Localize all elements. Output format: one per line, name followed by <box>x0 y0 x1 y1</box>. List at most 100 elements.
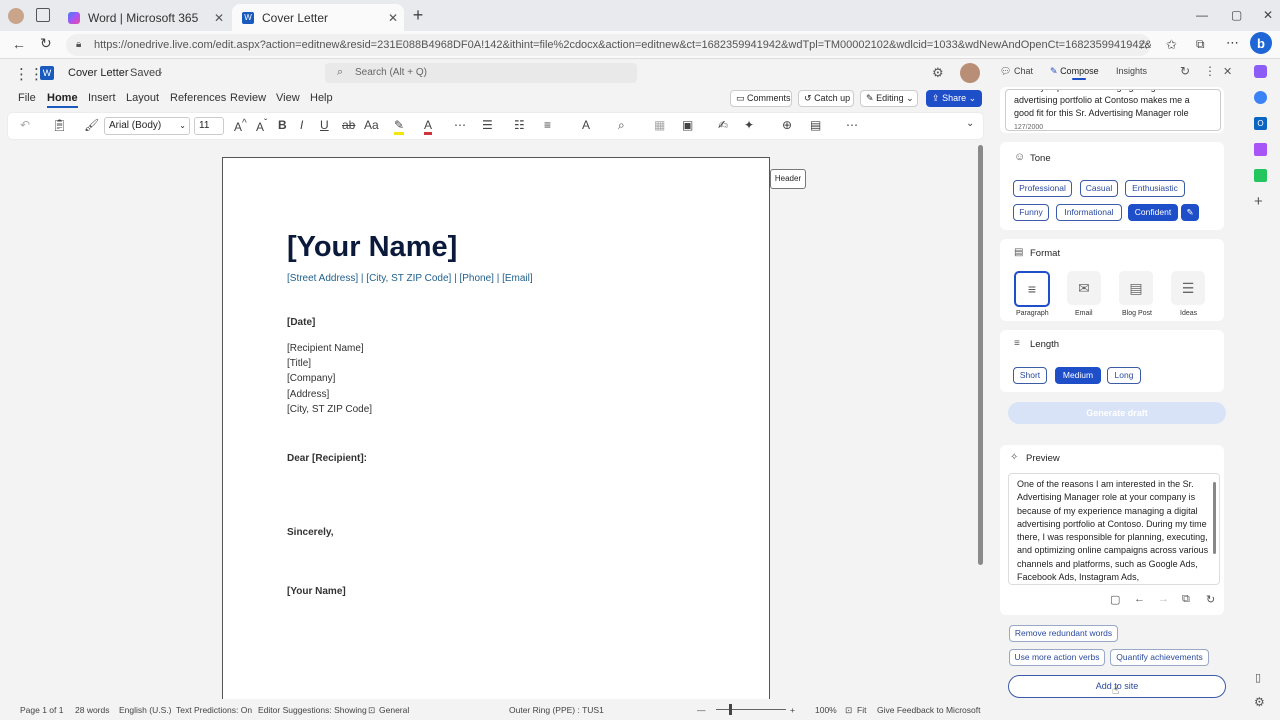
next-icon[interactable]: → <box>1158 593 1169 605</box>
length-medium[interactable]: Medium <box>1055 367 1101 384</box>
suggestion-action-verbs[interactable]: Use more action verbs <box>1009 649 1105 666</box>
table-icon[interactable]: ▦ <box>654 118 665 132</box>
preview-text-box[interactable]: One of the reasons I am interested in th… <box>1008 473 1220 585</box>
recipient-title[interactable]: [Title] <box>287 358 311 369</box>
profile-avatar[interactable] <box>8 8 24 24</box>
tab-insert[interactable]: Insert <box>88 92 116 104</box>
bullets-icon[interactable]: ☰ <box>482 118 493 132</box>
find-icon[interactable]: ⌕ <box>618 118 625 133</box>
tab-file[interactable]: File <box>18 92 36 104</box>
fit-button[interactable]: Fit <box>857 705 866 715</box>
collections-icon[interactable]: ⧉ <box>1196 37 1205 52</box>
copy-icon[interactable]: ⧉ <box>1182 593 1190 606</box>
close-icon[interactable]: ✕ <box>388 11 398 25</box>
back-icon[interactable]: ← <box>12 36 26 52</box>
suggestion-quantify[interactable]: Quantify achievements <box>1110 649 1209 666</box>
tone-informational[interactable]: Informational <box>1056 204 1122 221</box>
close-window-icon[interactable]: ✕ <box>1263 8 1273 22</box>
paste-icon[interactable]: 📋︎ <box>52 118 67 132</box>
feedback-link[interactable]: Give Feedback to Microsoft <box>877 705 980 715</box>
gear-icon[interactable]: ⚙ <box>932 65 944 81</box>
more-icon[interactable]: ⋯ <box>1226 35 1239 51</box>
date-field[interactable]: [Date] <box>287 317 315 328</box>
add-icon[interactable]: + <box>1254 193 1263 210</box>
numbering-icon[interactable]: ☷ <box>514 118 525 132</box>
new-tab-icon[interactable]: + <box>410 5 426 25</box>
stop-icon[interactable]: ▢ <box>1110 593 1120 606</box>
recipient-company[interactable]: [Company] <box>287 373 335 384</box>
undo-icon[interactable]: ↶ <box>20 118 30 132</box>
tab-home[interactable]: Home <box>47 92 78 108</box>
editor-suggestions[interactable]: Editor Suggestions: Showing <box>258 705 367 715</box>
outlook-icon[interactable]: O <box>1254 117 1267 130</box>
minimize-icon[interactable]: — <box>1196 8 1208 22</box>
url-field[interactable]: 🔒︎ https://onedrive.live.com/edit.aspx?a… <box>66 34 1151 56</box>
zoom-in-icon[interactable]: + <box>790 705 795 715</box>
translate-icon[interactable]: ⊕ <box>782 118 792 132</box>
length-long[interactable]: Long <box>1107 367 1141 384</box>
font-size-select[interactable]: 11 <box>194 117 224 135</box>
zoom-level[interactable]: 100% <box>815 705 837 715</box>
chevron-down-icon[interactable]: ⌄ <box>966 118 974 129</box>
recipient-name[interactable]: [Recipient Name] <box>287 343 364 354</box>
tone-enthusiastic[interactable]: Enthusiastic <box>1125 180 1185 197</box>
editor-icon[interactable]: ✍ <box>718 118 728 132</box>
header-tag[interactable]: Header <box>770 169 806 189</box>
bold-icon[interactable]: B <box>278 118 287 132</box>
preview-scrollbar[interactable] <box>1213 482 1216 554</box>
more-icon[interactable]: ⋯ <box>846 118 858 132</box>
prompt-textarea[interactable]: how my experience managing a digital adv… <box>1005 89 1221 131</box>
more-vertical-icon[interactable]: ⋮ <box>1204 64 1216 78</box>
page-count[interactable]: Page 1 of 1 <box>20 705 63 715</box>
signature-name[interactable]: [Your Name] <box>287 586 346 597</box>
catch-up-button[interactable]: ↺ Catch up <box>798 90 854 107</box>
custom-tone-pencil-icon[interactable]: ✎ <box>1181 204 1199 221</box>
picture-icon[interactable]: ▣ <box>682 118 693 132</box>
refresh-icon[interactable]: ↻ <box>1180 64 1190 78</box>
designer-icon[interactable]: ✦ <box>744 118 754 132</box>
tone-funny[interactable]: Funny <box>1013 204 1049 221</box>
zoom-out-icon[interactable]: — <box>697 705 706 715</box>
grow-font-icon[interactable]: A^ <box>234 118 247 134</box>
language[interactable]: English (U.S.) <box>119 705 171 715</box>
tab-chat[interactable]: 💬︎ Chat <box>1000 66 1033 77</box>
strikethrough-icon[interactable]: ab <box>342 118 355 132</box>
shrink-font-icon[interactable]: Aˇ <box>256 118 267 134</box>
tone-professional[interactable]: Professional <box>1013 180 1072 197</box>
format-paragraph-button[interactable]: ≡ <box>1014 271 1050 307</box>
recipient-address[interactable]: [Address] <box>287 389 329 400</box>
shopping-icon[interactable] <box>1254 65 1267 78</box>
tab-layout[interactable]: Layout <box>126 92 159 104</box>
favorites-star-icon[interactable]: ☆ <box>1138 37 1150 53</box>
your-name-heading[interactable]: [Your Name] <box>287 231 457 264</box>
recipient-city[interactable]: [City, ST ZIP Code] <box>287 404 372 415</box>
editing-mode-button[interactable]: ✎ Editing ⌄ <box>860 90 918 107</box>
layout-icon[interactable]: ▤ <box>810 118 821 132</box>
underline-icon[interactable]: U <box>320 118 329 132</box>
tab-view[interactable]: View <box>276 92 300 104</box>
maximize-icon[interactable]: ▢ <box>1231 8 1242 22</box>
text-predictions[interactable]: Text Predictions: On <box>176 705 252 715</box>
extensions-icon[interactable] <box>1254 91 1267 104</box>
salutation[interactable]: Dear [Recipient]: <box>287 453 367 464</box>
italic-icon[interactable]: I <box>300 118 303 132</box>
tab-insights[interactable]: Insights <box>1116 66 1147 76</box>
tools-icon[interactable] <box>1254 143 1267 156</box>
document-page[interactable]: [Your Name] [Street Address] | [City, ST… <box>222 157 770 702</box>
suggestion-remove-redundant[interactable]: Remove redundant words <box>1009 625 1118 642</box>
browser-tab-cover-letter[interactable]: W Cover Letter ✕ <box>232 4 404 31</box>
more-icon[interactable]: ⋯ <box>454 118 466 132</box>
regenerate-icon[interactable]: ↻ <box>1206 593 1215 606</box>
share-button[interactable]: ⇪ Share ⌄ <box>926 90 982 107</box>
sidebar-toggle-icon[interactable]: ▯ <box>1255 671 1261 684</box>
change-case-icon[interactable]: Aa <box>364 118 379 132</box>
tab-actions-icon[interactable] <box>36 8 50 22</box>
align-icon[interactable]: ≡ <box>544 118 551 132</box>
vertical-scrollbar[interactable] <box>978 145 983 565</box>
contact-line[interactable]: [Street Address] | [City, ST ZIP Code] |… <box>287 273 533 284</box>
font-name-select[interactable]: Arial (Body) ⌄ <box>104 117 190 135</box>
refresh-icon[interactable]: ↻ <box>40 35 52 52</box>
font-color-icon[interactable]: A <box>424 118 433 135</box>
previous-icon[interactable]: ← <box>1134 593 1145 605</box>
settings-icon[interactable]: ⚙ <box>1254 695 1265 709</box>
